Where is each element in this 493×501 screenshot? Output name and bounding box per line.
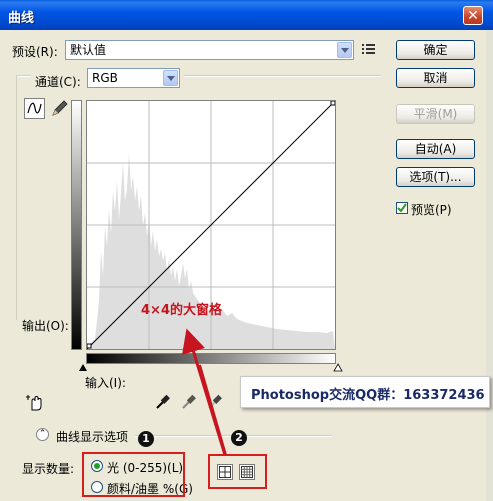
- cancel-button[interactable]: 取消: [396, 68, 475, 88]
- black-point-handle[interactable]: [87, 343, 92, 349]
- curve-display-label: 曲线显示选项: [56, 430, 129, 444]
- title-bar[interactable]: 曲线 ✕: [0, 0, 493, 30]
- preset-value: 默认值: [70, 43, 107, 57]
- preset-options-icon[interactable]: [362, 43, 376, 55]
- badge-2: 2: [231, 430, 247, 446]
- white-input-slider[interactable]: [333, 363, 343, 373]
- preview-checkbox[interactable]: [396, 202, 408, 214]
- curve-point-tool-button[interactable]: [24, 98, 45, 119]
- background-window-edge: [486, 30, 493, 501]
- gray-eyedropper-icon[interactable]: [181, 392, 197, 410]
- black-input-slider[interactable]: [78, 363, 88, 373]
- options-button[interactable]: 选项(T)...: [396, 167, 475, 187]
- window-title: 曲线: [8, 11, 35, 26]
- white-point-handle[interactable]: [330, 101, 335, 106]
- input-label: 输入(I):: [85, 376, 126, 390]
- auto-button[interactable]: 自动(A): [396, 139, 475, 159]
- channel-label: 通道(C):: [35, 75, 81, 89]
- callout-text: Photoshop交流QQ群：163372436: [251, 388, 485, 403]
- smooth-button[interactable]: 平滑(M): [396, 104, 475, 124]
- output-label: 输出(O):: [22, 319, 69, 333]
- channel-value: RGB: [92, 71, 118, 85]
- collapse-toggle[interactable]: ⌃: [36, 428, 49, 441]
- channel-select[interactable]: RGB: [87, 68, 180, 88]
- ok-button[interactable]: 确定: [396, 40, 475, 60]
- output-gradient-bar: [71, 100, 82, 350]
- arrow-shaft-lower: [199, 364, 227, 456]
- group-line-vertical: [16, 75, 17, 320]
- group-line-right: [184, 75, 381, 77]
- close-button[interactable]: ✕: [463, 6, 483, 25]
- grid-annotation-text: 4×4的大窗格: [141, 303, 222, 318]
- curve-wave-icon: [27, 102, 42, 114]
- pencil-tool-button[interactable]: [49, 98, 70, 119]
- curves-dialog: 曲线 ✕ 预设(R): 默认值 通道(C): RGB 确定 取消 平滑(M) 自…: [0, 0, 493, 501]
- qq-group-callout: Photoshop交流QQ群：163372436: [240, 376, 490, 408]
- preset-label: 预设(R):: [12, 45, 58, 59]
- highlight-box-1: [82, 452, 185, 497]
- group-line-left: [16, 75, 31, 77]
- black-eyedropper-icon[interactable]: [155, 392, 171, 410]
- chevron-down-icon: [163, 70, 178, 86]
- checkmark-icon: [397, 203, 407, 213]
- hand-adjust-icon[interactable]: [25, 392, 45, 412]
- white-eyedropper-icon[interactable]: [207, 392, 223, 410]
- chevron-down-icon: [337, 42, 352, 58]
- preset-select[interactable]: 默认值: [65, 40, 354, 60]
- preview-label: 预览(P): [411, 203, 452, 217]
- highlight-box-2: [208, 454, 267, 489]
- pencil-icon: [52, 100, 68, 116]
- chevron-up-icon: ⌃: [38, 429, 47, 439]
- input-gradient-bar: [86, 353, 336, 364]
- show-amount-label: 显示数量:: [22, 462, 75, 476]
- badge-1: 1: [138, 431, 154, 447]
